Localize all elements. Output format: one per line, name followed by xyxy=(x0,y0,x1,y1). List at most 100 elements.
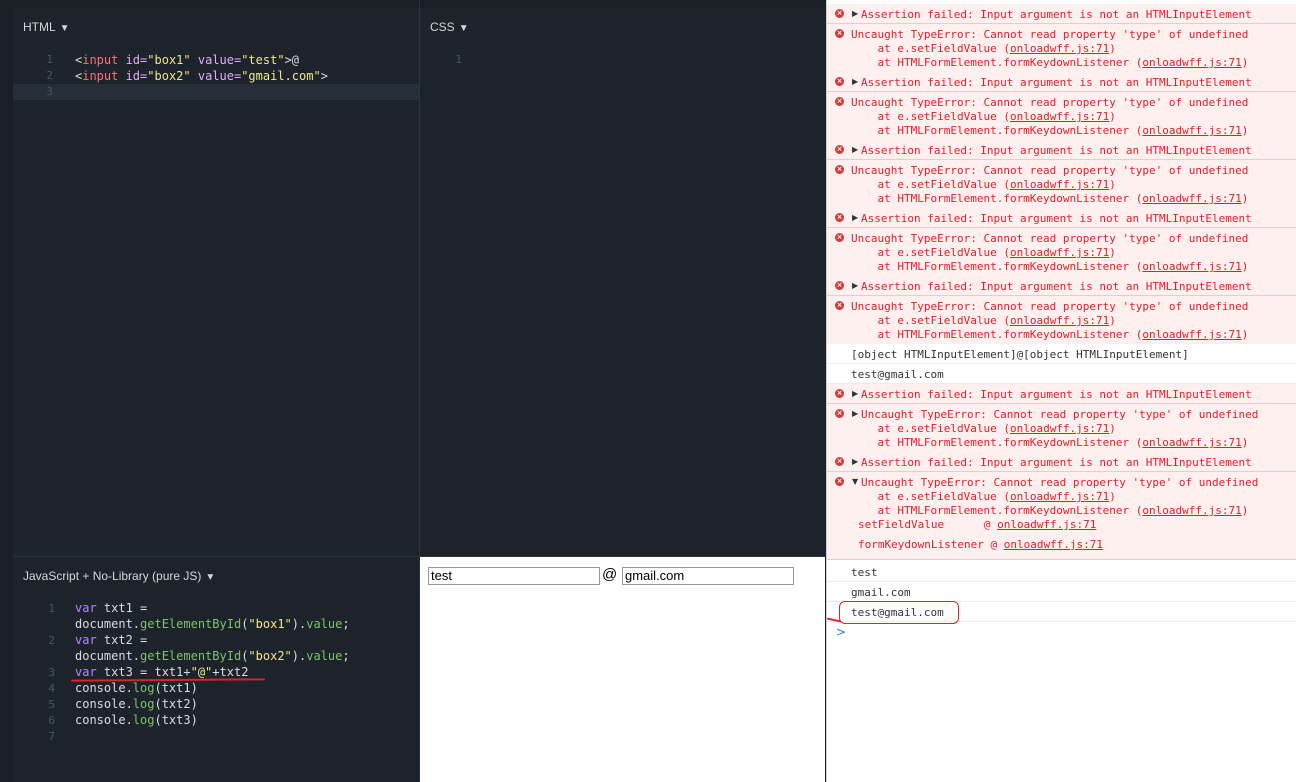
chevron-down-icon[interactable]: ▼ xyxy=(205,572,215,583)
js-code-line-4[interactable]: console.log(txt1) xyxy=(75,680,198,696)
result-pane: @ xyxy=(420,557,825,782)
expand-triangle-icon[interactable]: ▶ xyxy=(852,389,858,398)
console-text: Uncaught TypeError: Cannot read property… xyxy=(851,232,1249,245)
source-link[interactable]: onloadwff.js:71 xyxy=(1142,124,1241,137)
console-error-row[interactable]: × ▶ Assertion failed: Input argument is no… xyxy=(827,140,1296,160)
source-link[interactable]: onloadwff.js:71 xyxy=(1010,178,1109,191)
console-text: at e.setFieldValue ( xyxy=(851,246,1010,259)
console-log-row[interactable]: test@gmail.com xyxy=(827,364,1296,384)
console-text: at e.setFieldValue ( xyxy=(851,422,1010,435)
error-icon: × xyxy=(835,97,844,106)
console-line: Assertion failed: Input argument is not … xyxy=(861,8,1252,21)
source-link[interactable]: onloadwff.js:71 xyxy=(1010,246,1109,259)
js-editor-pane[interactable]: JavaScript + No-Library (pure JS) ▼ 1 2 3… xyxy=(13,557,419,782)
console-line: setFieldValue @ onloadwff.js:71 xyxy=(858,518,1096,531)
js-code-line-2a[interactable]: var txt2 = xyxy=(75,632,147,648)
console-log-row[interactable]: gmail.com xyxy=(827,582,1296,602)
error-icon: × xyxy=(835,281,844,290)
source-link[interactable]: onloadwff.js:71 xyxy=(1142,192,1241,205)
console-text: ) xyxy=(1109,178,1116,191)
console-line: at e.setFieldValue (onloadwff.js:71) xyxy=(851,178,1116,191)
console-text: Assertion failed: Input argument is not … xyxy=(861,388,1252,401)
red-circle-annotation xyxy=(839,601,959,624)
console-log-row[interactable]: [object HTMLInputElement]@[object HTMLIn… xyxy=(827,344,1296,364)
console-error-row[interactable]: × ▶ Assertion failed: Input argument is no… xyxy=(827,452,1296,472)
console-error-row[interactable]: × Uncaught TypeError: Cannot read propert… xyxy=(827,24,1296,73)
js-code-line-2b[interactable]: document.getElementById("box2").value; xyxy=(75,648,350,664)
console-text: at HTMLFormElement.formKeydownListener ( xyxy=(851,56,1143,69)
expand-triangle-icon[interactable]: ▶ xyxy=(852,213,858,222)
console-error-row[interactable]: × Uncaught TypeError: Cannot read propert… xyxy=(827,296,1296,345)
js-pane-header[interactable]: JavaScript + No-Library (pure JS) ▼ xyxy=(23,569,215,583)
source-link[interactable]: onloadwff.js:71 xyxy=(1010,422,1109,435)
console-text: ) xyxy=(1109,490,1116,503)
console-error-row[interactable]: × Uncaught TypeError: Cannot read propert… xyxy=(827,160,1296,209)
source-link[interactable]: onloadwff.js:71 xyxy=(1142,260,1241,273)
console-line: at HTMLFormElement.formKeydownListener (… xyxy=(851,504,1248,517)
console-text: gmail.com xyxy=(851,586,911,599)
error-icon: × xyxy=(835,409,844,418)
source-link[interactable]: onloadwff.js:71 xyxy=(1010,314,1109,327)
box2-input[interactable] xyxy=(622,567,794,585)
console-error-row[interactable]: × Uncaught TypeError: Cannot read propert… xyxy=(827,228,1296,277)
console-text: Uncaught TypeError: Cannot read property… xyxy=(861,476,1259,489)
console-line: at e.setFieldValue (onloadwff.js:71) xyxy=(851,490,1116,503)
console-error-row[interactable]: × ▶ Assertion failed: Input argument is no… xyxy=(827,276,1296,296)
devtools-console: × ▶ Assertion failed: Input argument is no… xyxy=(826,0,1296,782)
source-link[interactable]: onloadwff.js:71 xyxy=(1142,56,1241,69)
error-icon: × xyxy=(835,9,844,18)
chevron-down-icon[interactable]: ▼ xyxy=(60,23,70,34)
html-code-line-1[interactable]: <input id="box1" value="test">@ xyxy=(75,52,299,68)
expand-triangle-icon[interactable]: ▶ xyxy=(852,409,858,418)
expand-triangle-icon[interactable]: ▶ xyxy=(852,77,858,86)
left-gutter-strip xyxy=(0,0,13,782)
console-error-row[interactable]: × ▶ Assertion failed: Input argument is no… xyxy=(827,72,1296,92)
expand-triangle-icon[interactable]: ▶ xyxy=(852,9,858,18)
console-text: Uncaught TypeError: Cannot read property… xyxy=(851,164,1249,177)
js-pane-title: JavaScript + No-Library (pure JS) xyxy=(23,569,202,583)
js-code-line-6[interactable]: console.log(txt3) xyxy=(75,712,198,728)
source-link[interactable]: onloadwff.js:71 xyxy=(1142,328,1241,341)
console-prompt-icon[interactable]: > xyxy=(836,625,846,639)
console-error-row[interactable]: × Uncaught TypeError: Cannot read propert… xyxy=(827,92,1296,141)
console-text: at e.setFieldValue ( xyxy=(851,314,1010,327)
css-pane-header[interactable]: CSS ▼ xyxy=(430,20,469,34)
source-link[interactable]: onloadwff.js:71 xyxy=(1010,110,1109,123)
html-pane-header[interactable]: HTML ▼ xyxy=(23,20,70,34)
source-link[interactable]: onloadwff.js:71 xyxy=(1142,436,1241,449)
console-error-row[interactable]: × ▶ Assertion failed: Input argument is no… xyxy=(827,4,1296,24)
source-link[interactable]: onloadwff.js:71 xyxy=(1004,538,1103,551)
console-text: at HTMLFormElement.formKeydownListener ( xyxy=(851,124,1143,137)
console-error-row[interactable]: × ▶ Uncaught TypeError: Cannot read proper… xyxy=(827,404,1296,453)
js-code-line-1b[interactable]: document.getElementById("box1").value; xyxy=(75,616,350,632)
box1-input[interactable] xyxy=(428,567,600,585)
console-text: ) xyxy=(1241,436,1249,449)
source-link[interactable]: onloadwff.js:71 xyxy=(1142,504,1241,517)
expand-triangle-icon[interactable]: ▶ xyxy=(852,145,858,154)
console-text: ) xyxy=(1109,42,1116,55)
css-editor-pane[interactable]: CSS ▼ 1 xyxy=(420,8,825,556)
console-line: at HTMLFormElement.formKeydownListener (… xyxy=(851,192,1248,205)
console-text: ) xyxy=(1241,328,1249,341)
source-link[interactable]: onloadwff.js:71 xyxy=(1010,42,1109,55)
html-code-line-2[interactable]: <input id="box2" value="gmail.com"> xyxy=(75,68,328,84)
console-error-row[interactable]: × ▶ Assertion failed: Input argument is no… xyxy=(827,384,1296,404)
chevron-down-icon[interactable]: ▼ xyxy=(459,23,469,34)
js-code-line-5[interactable]: console.log(txt2) xyxy=(75,696,198,712)
console-line: [object HTMLInputElement]@[object HTMLIn… xyxy=(851,348,1189,361)
html-editor-pane[interactable]: HTML ▼ 1 2 3 <input id="box1" value="test… xyxy=(13,8,419,556)
console-line: at e.setFieldValue (onloadwff.js:71) xyxy=(851,246,1115,259)
line-number: 3 xyxy=(48,666,55,679)
console-log-row[interactable]: test xyxy=(827,562,1296,582)
expand-triangle-icon[interactable]: ▶ xyxy=(852,281,858,290)
collapse-triangle-icon[interactable]: ▼ xyxy=(852,477,858,486)
source-link[interactable]: onloadwff.js:71 xyxy=(997,518,1096,531)
source-link[interactable]: onloadwff.js:71 xyxy=(1010,490,1109,503)
console-error-row[interactable]: × ▶ Assertion failed: Input argument is no… xyxy=(827,208,1296,228)
js-code-line-1a[interactable]: var txt1 = xyxy=(75,600,147,616)
console-line: at e.setFieldValue (onloadwff.js:71) xyxy=(851,314,1115,327)
console-text: ) xyxy=(1109,110,1116,123)
console-error-row[interactable]: × ▼ Uncaught TypeError: Cannot read proper… xyxy=(827,472,1296,560)
js-code-line-3[interactable]: var txt3 = txt1+"@"+txt2 xyxy=(75,664,248,680)
expand-triangle-icon[interactable]: ▶ xyxy=(852,457,858,466)
